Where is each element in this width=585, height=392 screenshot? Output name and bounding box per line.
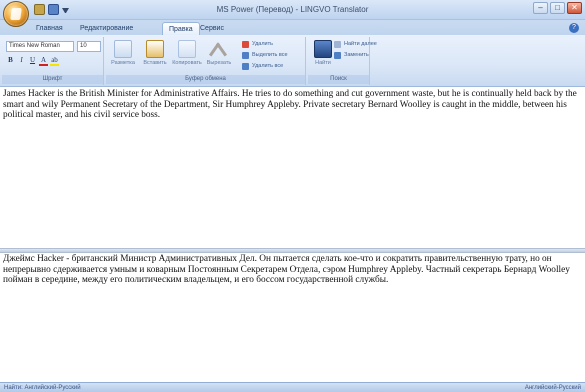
minimize-button[interactable]: – [533, 2, 548, 14]
find-next-button[interactable]: Найти далее [334, 40, 377, 49]
markup-button[interactable]: Разметка [108, 40, 138, 76]
find-group: Найти Найти далее Заменить Поиск [308, 37, 377, 85]
copy-button[interactable]: Копировать [172, 40, 202, 76]
translated-text[interactable]: Джеймс Hacker - британский Министр Админ… [3, 254, 581, 286]
clipboard-group-label: Буфер обмена [106, 75, 305, 84]
replace-button[interactable]: Заменить [334, 51, 369, 60]
highlight-button[interactable]: ab [50, 55, 59, 66]
help-icon[interactable]: ? [569, 23, 579, 33]
status-left-text: Найти: Английский-Русский [4, 385, 81, 391]
font-color-button[interactable]: A [39, 55, 48, 66]
italic-button[interactable]: I [17, 55, 26, 66]
status-language[interactable]: Английский-Русский [525, 383, 581, 392]
ribbon-tabs: Главная Редактирование Правка Сервис ? [0, 20, 585, 35]
clipboard-group: Разметка Вставить Копировать Вырезать Уд… [106, 37, 306, 85]
tab-editing[interactable]: Редактирование [74, 22, 139, 35]
find-group-label: Поиск [308, 75, 369, 84]
font-size-select[interactable]: 10 [77, 41, 101, 52]
font-family-select[interactable]: Times New Roman [6, 41, 74, 52]
paste-button-label: Вставить [143, 60, 167, 66]
source-text[interactable]: James Hacker is the British Minister for… [3, 89, 581, 121]
cut-button[interactable]: Вырезать [204, 40, 234, 76]
app-menu-button[interactable] [3, 1, 29, 27]
cut-button-label: Вырезать [206, 60, 232, 66]
title-bar: MS Power (Перевод) - LINGVO Translator –… [0, 0, 585, 27]
window-controls: – □ ✕ [533, 2, 582, 14]
close-button[interactable]: ✕ [567, 2, 582, 14]
format-buttons: B I U A ab [6, 55, 59, 66]
status-bar: Найти: Английский-Русский Английский-Рус… [0, 382, 585, 392]
delete-button[interactable]: Удалить [242, 40, 273, 49]
font-group-label: Шрифт [2, 75, 103, 84]
underline-button[interactable]: U [28, 55, 37, 66]
scissors-icon [210, 40, 228, 58]
tab-home[interactable]: Главная [30, 22, 69, 35]
window-title: MS Power (Перевод) - LINGVO Translator [216, 5, 369, 14]
tab-service[interactable]: Сервис [194, 22, 230, 35]
find-button-label: Найти [315, 60, 331, 66]
copy-button-label: Копировать [172, 60, 202, 66]
clear-all-button[interactable]: Удалить все [242, 62, 283, 71]
paste-button[interactable]: Вставить [140, 40, 170, 76]
copy-icon [178, 40, 196, 58]
translation-pane[interactable]: Джеймс Hacker - британский Министр Админ… [0, 253, 585, 382]
pages-icon [114, 40, 132, 58]
maximize-button[interactable]: □ [550, 2, 565, 14]
bold-button[interactable]: B [6, 55, 15, 66]
binoculars-icon [314, 40, 332, 58]
font-group: Times New Roman 10 B I U A ab Шрифт [2, 37, 104, 85]
ribbon: Times New Roman 10 B I U A ab Шрифт Разм… [0, 35, 585, 87]
paste-icon [146, 40, 164, 58]
markup-button-label: Разметка [111, 60, 135, 66]
select-all-button[interactable]: Выделить все [242, 51, 288, 60]
source-text-pane[interactable]: James Hacker is the British Minister for… [0, 88, 585, 248]
